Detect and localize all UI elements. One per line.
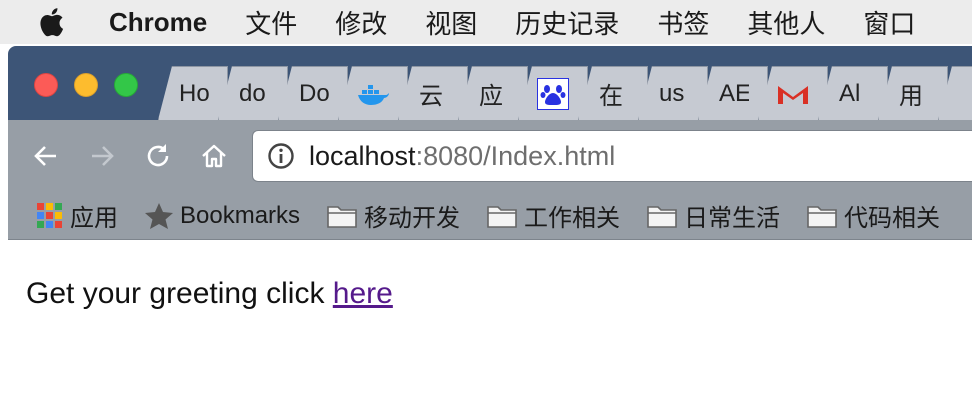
url-text[interactable]: localhost:8080/Index.html — [309, 141, 615, 172]
tab-5[interactable]: 云 — [398, 66, 468, 120]
tab-12[interactable]: Al — [818, 66, 888, 120]
here-link[interactable]: here — [333, 277, 393, 310]
bookmark-folder-4[interactable]: 代码相关 — [806, 192, 940, 240]
menu-edit[interactable]: 修改 — [335, 4, 387, 41]
menu-file[interactable]: 文件 — [245, 4, 297, 41]
star-icon — [144, 201, 174, 231]
forward-arrow-icon — [92, 146, 114, 166]
menu-people[interactable]: 其他人 — [747, 4, 825, 41]
tab-13[interactable]: 用 — [878, 66, 948, 120]
tab-title: 应 — [479, 83, 503, 110]
minimize-window-button[interactable] — [74, 73, 98, 97]
tab-title: Al — [839, 79, 861, 107]
site-info-icon[interactable] — [267, 142, 295, 170]
folder-label: 代码相关 — [844, 205, 941, 232]
bookmark-folder-3[interactable]: 日常生活 — [646, 192, 780, 240]
tab-4[interactable] — [338, 66, 408, 120]
tab-3[interactable]: Do — [278, 66, 348, 120]
gmail-icon — [776, 82, 810, 106]
greeting-label: Get your greeting click — [26, 277, 333, 310]
baidu-paw-icon — [537, 77, 569, 110]
menu-app-name[interactable]: Chrome — [109, 7, 207, 38]
folder-label: 日常生活 — [684, 205, 781, 232]
menu-window[interactable]: 窗口 — [863, 4, 915, 41]
tab-10[interactable]: AE — [698, 66, 768, 120]
apple-logo-icon[interactable] — [38, 0, 78, 44]
home-button[interactable] — [194, 136, 234, 176]
url-path: :8080/Index.html — [415, 140, 616, 171]
tab-title: 用 — [899, 83, 923, 110]
bookmark-folder-1[interactable]: 移动开发 — [326, 192, 460, 240]
folder-icon — [646, 203, 678, 229]
folder-icon — [326, 203, 358, 229]
folder-label: 移动开发 — [364, 205, 461, 232]
bookmarks-bar: 应用 Bookmarks 移动开发 工作相关 日常生活 代码相关 — [8, 192, 972, 240]
page-content: Get your greeting click here — [8, 241, 972, 416]
tab-strip: Ho do Do 云 应 在 us AE Al 用 — [8, 46, 972, 120]
tab-9[interactable]: us — [638, 66, 708, 120]
macos-menu-bar: Chrome 文件 修改 视图 历史记录 书签 其他人 窗口 — [0, 0, 972, 44]
tab-7[interactable] — [518, 66, 588, 120]
docker-icon — [356, 82, 390, 106]
greeting-text: Get your greeting click here — [26, 277, 393, 311]
bookmark-folder-2[interactable]: 工作相关 — [486, 192, 620, 240]
tab-6[interactable]: 应 — [458, 66, 528, 120]
menu-view[interactable]: 视图 — [425, 4, 477, 41]
tab-title: do — [239, 79, 266, 107]
folder-icon — [486, 203, 518, 229]
browser-window: Ho do Do 云 应 在 us AE Al 用 localhost:8080… — [8, 46, 972, 416]
apps-label: 应用 — [70, 205, 118, 232]
forward-button[interactable] — [82, 136, 122, 176]
home-icon — [202, 144, 226, 168]
tab-2[interactable]: do — [218, 66, 288, 120]
tab-1[interactable]: Ho — [158, 66, 228, 120]
tab-11[interactable] — [758, 66, 828, 120]
close-window-button[interactable] — [34, 73, 58, 97]
folder-icon — [806, 203, 838, 229]
zoom-window-button[interactable] — [114, 73, 138, 97]
tab-title: 云 — [419, 83, 443, 110]
tab-title: 在 — [599, 83, 623, 110]
back-arrow-icon — [34, 146, 56, 166]
reload-button[interactable] — [138, 136, 178, 176]
tab-title: Ho — [179, 79, 209, 107]
back-button[interactable] — [26, 136, 66, 176]
bookmark-bookmarks[interactable]: Bookmarks — [144, 192, 300, 240]
apps-grid-icon — [36, 202, 64, 230]
browser-toolbar: localhost:8080/Index.html — [8, 120, 972, 192]
menu-history[interactable]: 历史记录 — [515, 4, 619, 41]
reload-icon — [147, 144, 169, 167]
url-host: localhost — [309, 140, 416, 171]
address-bar[interactable]: localhost:8080/Index.html — [252, 130, 972, 182]
apps-shortcut[interactable]: 应用 — [36, 192, 118, 240]
tab-title: AE — [719, 79, 749, 107]
tab-title: us — [659, 79, 685, 107]
menu-bookmarks[interactable]: 书签 — [657, 4, 709, 41]
tab-title: Do — [299, 79, 329, 107]
bookmark-label: Bookmarks — [180, 201, 301, 229]
tab-8[interactable]: 在 — [578, 66, 648, 120]
folder-label: 工作相关 — [524, 205, 621, 232]
